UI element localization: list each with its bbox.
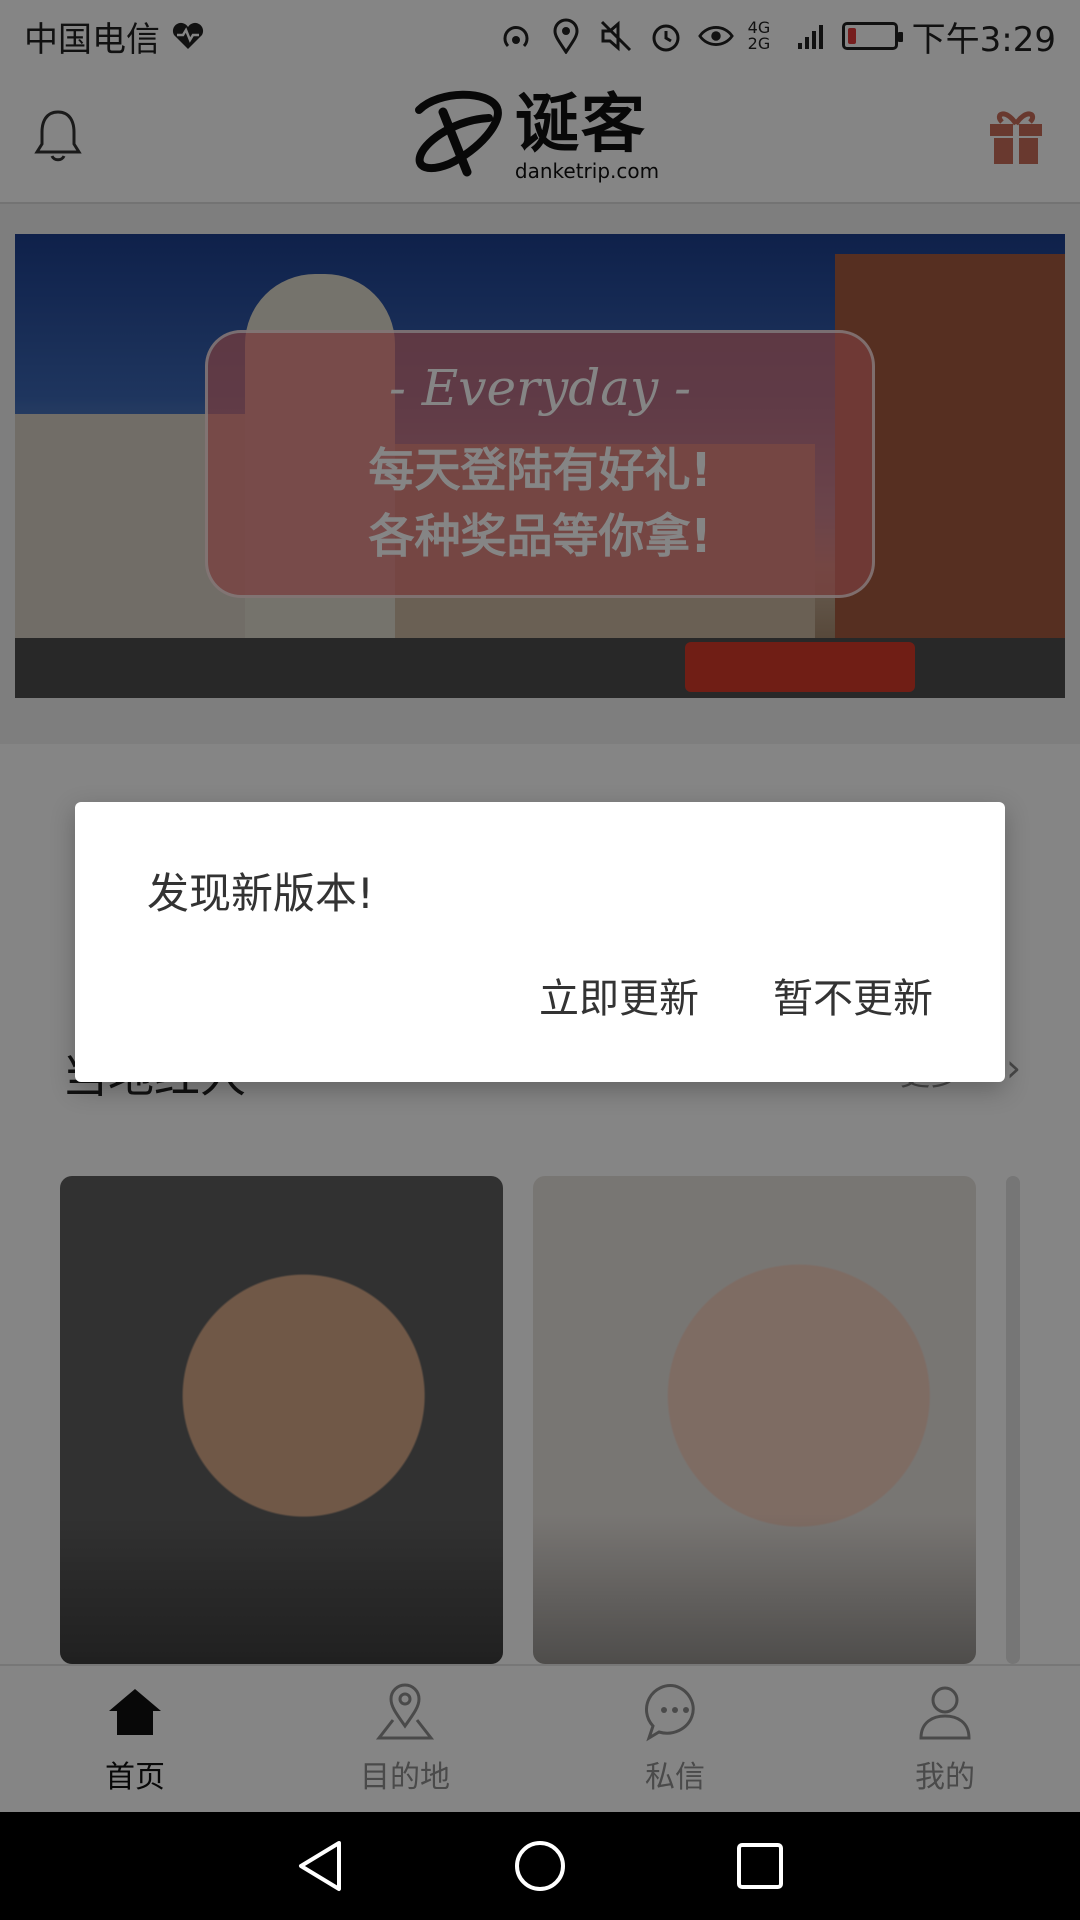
- system-nav-bar: [0, 1812, 1080, 1920]
- update-now-button[interactable]: 立即更新: [539, 966, 699, 1024]
- update-later-button[interactable]: 暂不更新: [773, 966, 933, 1024]
- dialog-actions: 立即更新 暂不更新: [539, 966, 933, 1024]
- app-screen: 中国电信 4G 2G 下午3:29 诞客 danketrip.com - Eve…: [0, 0, 1080, 1920]
- back-icon[interactable]: [290, 1836, 350, 1896]
- recents-icon[interactable]: [730, 1836, 790, 1896]
- home-button-icon[interactable]: [510, 1836, 570, 1896]
- dialog-title: 发现新版本!: [147, 869, 374, 918]
- update-dialog: 发现新版本! 立即更新 暂不更新: [75, 802, 1005, 1082]
